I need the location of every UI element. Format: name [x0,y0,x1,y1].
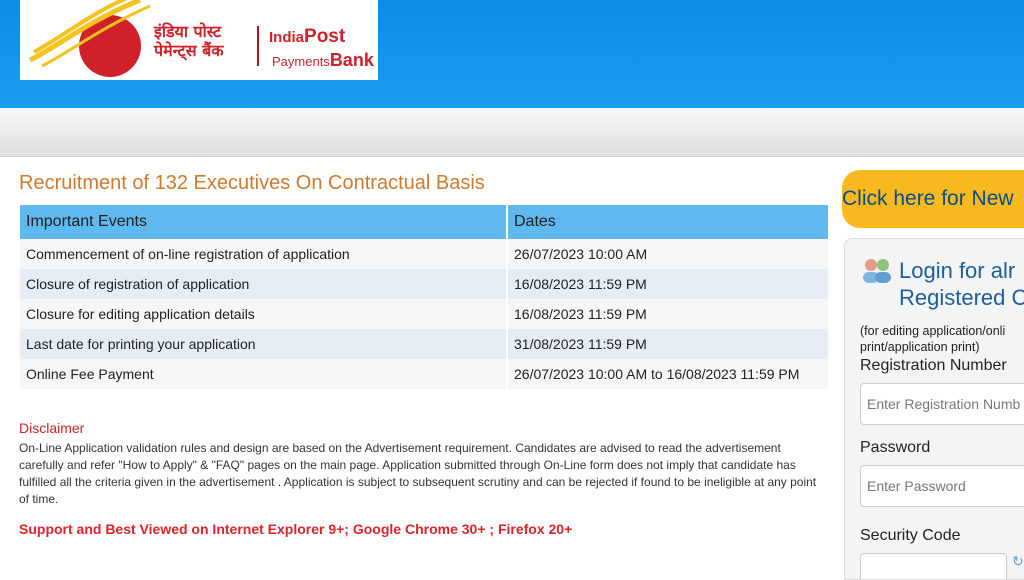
important-events-table: Important Events Dates Commencement of o… [20,205,830,389]
login-subtitle: (for editing application/onli print/appl… [860,323,1005,355]
password-label: Password [860,439,931,456]
table-row: Closure for editing application details … [20,299,830,329]
login-title: Login for alr Registered C [899,257,1024,311]
date-cell: 26/07/2023 10:00 AM to 16/08/2023 11:59 … [507,359,830,389]
table-row: Last date for printing your application … [20,329,830,359]
users-icon [863,259,891,283]
brand-en-line2: PaymentsBank [272,50,374,71]
event-cell: Closure for editing application details [20,299,508,329]
date-cell: 16/08/2023 11:59 PM [507,269,830,299]
password-input[interactable] [860,465,1024,507]
event-cell: Closure of registration of application [20,269,508,299]
login-subtitle-line1: (for editing application/onli [860,324,1006,338]
post-logo-emblem-icon [28,0,151,77]
registration-number-input[interactable] [860,383,1024,425]
event-cell: Commencement of on-line registration of … [20,239,508,269]
nav-bar [0,108,1024,157]
table-header-row: Important Events Dates [20,205,830,239]
brand-divider [257,26,259,66]
site-header: इंडिया पोस्ट पेमेन्ट्स बैंक IndiaPost Pa… [0,0,1024,108]
security-code-label: Security Code [860,527,961,544]
brand-en-line1: IndiaPost [269,26,345,48]
brand-bank-text: Bank [329,50,374,70]
page-title: Recruitment of 132 Executives On Contrac… [19,172,485,194]
login-title-line1: Login for alr [899,258,1016,283]
event-cell: Online Fee Payment [20,359,508,389]
brand-post-text: Post [304,26,346,47]
login-subtitle-line2: print/application print) [860,340,980,354]
date-cell: 26/07/2023 10:00 AM [507,239,830,269]
table-row: Closure of registration of application 1… [20,269,830,299]
event-cell: Last date for printing your application [20,329,508,359]
column-header-dates: Dates [507,205,830,239]
column-header-events: Important Events [20,205,508,239]
new-registration-label: Click here for New [842,187,1014,210]
brand-hindi-line2: पेमेन्ट्स बैंक [154,41,224,60]
login-panel: Login for alr Registered C (for editing … [844,238,1024,580]
brand-payments-text: Payments [272,54,330,69]
table-row: Commencement of on-line registration of … [20,239,830,269]
table-row: Online Fee Payment 26/07/2023 10:00 AM t… [20,359,830,389]
date-cell: 31/08/2023 11:59 PM [507,329,830,359]
date-cell: 16/08/2023 11:59 PM [507,299,830,329]
disclaimer-text: On-Line Application validation rules and… [19,441,817,506]
disclaimer-title: Disclaimer [19,420,85,436]
brand-logo[interactable]: इंडिया पोस्ट पेमेन्ट्स बैंक IndiaPost Pa… [20,0,378,80]
brand-india-text: India [269,29,305,46]
refresh-icon[interactable]: ↻ [1012,553,1024,571]
registration-number-label: Registration Number [860,357,1007,374]
browser-support-note: Support and Best Viewed on Internet Expl… [19,521,573,537]
brand-hindi-line1: इंडिया पोस्ट [154,22,222,41]
login-title-line2: Registered C [899,285,1024,310]
brand-hindi-text: इंडिया पोस्ट पेमेन्ट्स बैंक [154,22,224,60]
new-registration-button[interactable]: Click here for New [842,170,1024,228]
